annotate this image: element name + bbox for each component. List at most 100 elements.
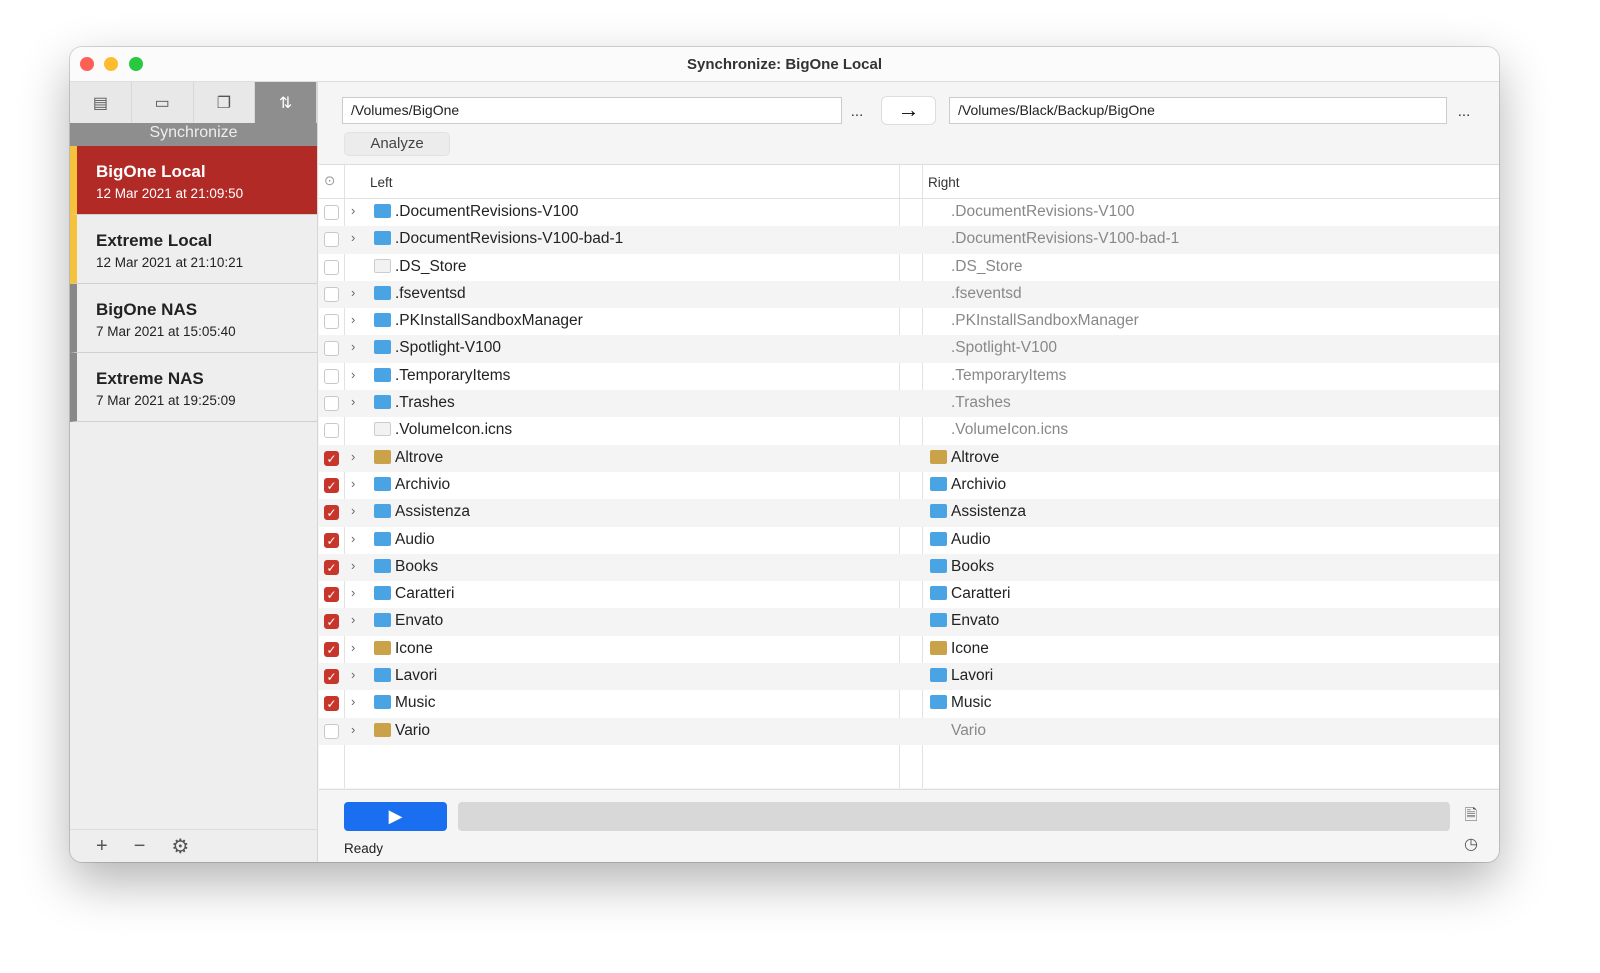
profile-item[interactable]: Extreme Local 12 Mar 2021 at 21:10:21 — [70, 215, 317, 284]
add-profile-button[interactable]: + — [96, 835, 108, 858]
right-item-name: Caratteri — [951, 585, 1011, 603]
table-row[interactable]: .DS_Store .DS_Store — [319, 254, 1499, 281]
table-row[interactable]: › .TemporaryItems .TemporaryItems — [319, 363, 1499, 390]
row-checkbox[interactable]: ✓ — [324, 696, 339, 712]
table-row[interactable]: ✓ › Audio Audio — [319, 527, 1499, 554]
chevron-right-icon[interactable]: › — [351, 476, 355, 491]
table-row[interactable]: › Vario Vario — [319, 717, 1499, 745]
right-item-name: .VolumeIcon.icns — [951, 421, 1069, 439]
folder-icon — [374, 285, 391, 300]
row-checkbox[interactable]: ✓ — [324, 559, 339, 575]
chevron-right-icon[interactable]: › — [351, 312, 355, 327]
chevron-right-icon[interactable]: › — [351, 558, 355, 573]
right-item-name: .DS_Store — [951, 257, 1023, 275]
tab-copy[interactable]: ❐ — [193, 82, 256, 123]
left-path-field[interactable]: /Volumes/BigOne — [342, 97, 842, 124]
table-row[interactable]: › .fseventsd .fseventsd — [319, 280, 1499, 309]
left-item-name: .Trashes — [395, 394, 455, 412]
chevron-right-icon[interactable]: › — [351, 203, 355, 218]
table-row[interactable]: ✓ › Altrove Altrove — [319, 444, 1499, 472]
right-path-field[interactable]: /Volumes/Black/Backup/BigOne — [949, 97, 1447, 124]
chevron-right-icon[interactable]: › — [351, 449, 355, 464]
row-checkbox[interactable]: ✓ — [324, 587, 339, 603]
row-checkbox[interactable]: ✓ — [324, 614, 339, 630]
row-checkbox[interactable]: ✓ — [324, 477, 339, 493]
chevron-right-icon[interactable]: › — [351, 694, 355, 709]
column-header-left[interactable]: Left — [370, 175, 393, 190]
app-window: Synchronize: BigOne Local ▤ ▭ ❐ ⇅ Synchr… — [70, 47, 1499, 862]
profile-item[interactable]: BigOne Local 12 Mar 2021 at 21:09:50 — [70, 146, 317, 215]
chevron-right-icon[interactable]: › — [351, 367, 355, 382]
minimize-button[interactable] — [104, 57, 118, 71]
folder-icon — [374, 204, 391, 218]
row-checkbox[interactable] — [324, 368, 339, 384]
play-icon: ▶ — [388, 806, 403, 826]
row-checkbox[interactable] — [324, 205, 339, 220]
chevron-right-icon[interactable]: › — [351, 339, 355, 354]
row-checkbox[interactable]: ✓ — [324, 641, 339, 657]
chevron-right-icon[interactable]: › — [351, 394, 355, 409]
tab-drawer[interactable]: ▤ — [70, 82, 132, 123]
tab-synchronize[interactable]: ⇅ — [255, 82, 317, 123]
table-row[interactable]: .VolumeIcon.icns .VolumeIcon.icns — [319, 417, 1499, 444]
table-row[interactable]: ✓ › Archivio Archivio — [319, 472, 1499, 499]
close-button[interactable] — [80, 57, 94, 71]
right-item-name: Books — [951, 557, 995, 575]
table-row[interactable]: › .DocumentRevisions-V100 .DocumentRevisio… — [319, 199, 1499, 226]
browse-left-button[interactable]: ... — [846, 97, 868, 124]
direction-button[interactable]: → — [882, 97, 935, 124]
row-checkbox[interactable] — [324, 396, 339, 412]
profile-item[interactable]: BigOne NAS 7 Mar 2021 at 15:05:40 — [70, 284, 317, 353]
arrow-right-icon: → — [897, 97, 920, 122]
right-item-name: Music — [951, 694, 992, 712]
row-checkbox[interactable] — [324, 341, 339, 357]
comparison-table: ⊙ Left Right › .DocumentRevisions-V100 .Do… — [319, 164, 1499, 788]
table-row[interactable]: › .Trashes .Trashes — [319, 390, 1499, 418]
table-row[interactable]: › .PKInstallSandboxManager .PKInstallSandb… — [319, 308, 1499, 335]
chevron-right-icon[interactable]: › — [351, 503, 355, 518]
gear-icon[interactable]: ⚙ — [171, 834, 189, 859]
analyze-button[interactable]: Analyze — [344, 132, 450, 156]
table-row[interactable]: ✓ › Music Music — [319, 690, 1499, 717]
remove-profile-button[interactable]: − — [134, 835, 146, 858]
table-row[interactable]: ✓ › Caratteri Caratteri — [319, 581, 1499, 608]
zoom-button[interactable] — [129, 57, 143, 71]
chevron-right-icon[interactable]: › — [351, 612, 355, 627]
table-row[interactable]: ✓ › Envato Envato — [319, 608, 1499, 636]
table-row[interactable]: › .DocumentRevisions-V100-bad-1 .DocumentR… — [319, 226, 1499, 254]
column-header-right[interactable]: Right — [928, 175, 960, 190]
row-checkbox[interactable] — [324, 423, 339, 439]
table-row[interactable]: ✓ › Lavori Lavori — [319, 663, 1499, 691]
file-icon — [374, 258, 391, 273]
table-row[interactable]: ✓ › Assistenza Assistenza — [319, 499, 1499, 527]
browse-right-button[interactable]: ... — [1453, 97, 1475, 124]
row-checkbox[interactable] — [324, 723, 339, 739]
table-row[interactable]: ✓ › Icone Icone — [319, 636, 1499, 663]
chevron-right-icon[interactable]: › — [351, 230, 355, 245]
folder-icon — [374, 668, 391, 683]
chevron-right-icon[interactable]: › — [351, 722, 355, 737]
table-row[interactable]: › .Spotlight-V100 .Spotlight-V100 — [319, 335, 1499, 363]
row-checkbox[interactable] — [324, 232, 339, 248]
tab-archive[interactable]: ▭ — [131, 82, 194, 123]
row-checkbox[interactable]: ✓ — [324, 505, 339, 521]
table-row[interactable]: ✓ › Books Books — [319, 553, 1499, 582]
chevron-right-icon[interactable]: › — [351, 585, 355, 600]
left-item-name: Audio — [395, 530, 435, 548]
chevron-right-icon[interactable]: › — [351, 640, 355, 655]
chevron-right-icon[interactable]: › — [351, 667, 355, 682]
row-checkbox[interactable]: ✓ — [324, 532, 339, 548]
chevron-right-icon[interactable]: › — [351, 531, 355, 546]
schedule-clock-icon[interactable]: ◷ — [1461, 834, 1481, 856]
profile-item[interactable]: Extreme NAS 7 Mar 2021 at 19:25:09 — [70, 353, 317, 422]
folder-icon — [930, 586, 947, 601]
row-checkbox[interactable]: ✓ — [324, 450, 339, 466]
select-all-icon[interactable]: ⊙ — [324, 173, 335, 189]
log-document-icon[interactable]: 🗎 — [1461, 804, 1481, 826]
row-checkbox[interactable] — [324, 259, 339, 275]
row-checkbox[interactable] — [324, 314, 339, 330]
row-checkbox[interactable] — [324, 286, 339, 302]
row-checkbox[interactable]: ✓ — [324, 669, 339, 685]
chevron-right-icon[interactable]: › — [351, 285, 355, 300]
run-sync-button[interactable]: ▶ — [344, 802, 447, 831]
